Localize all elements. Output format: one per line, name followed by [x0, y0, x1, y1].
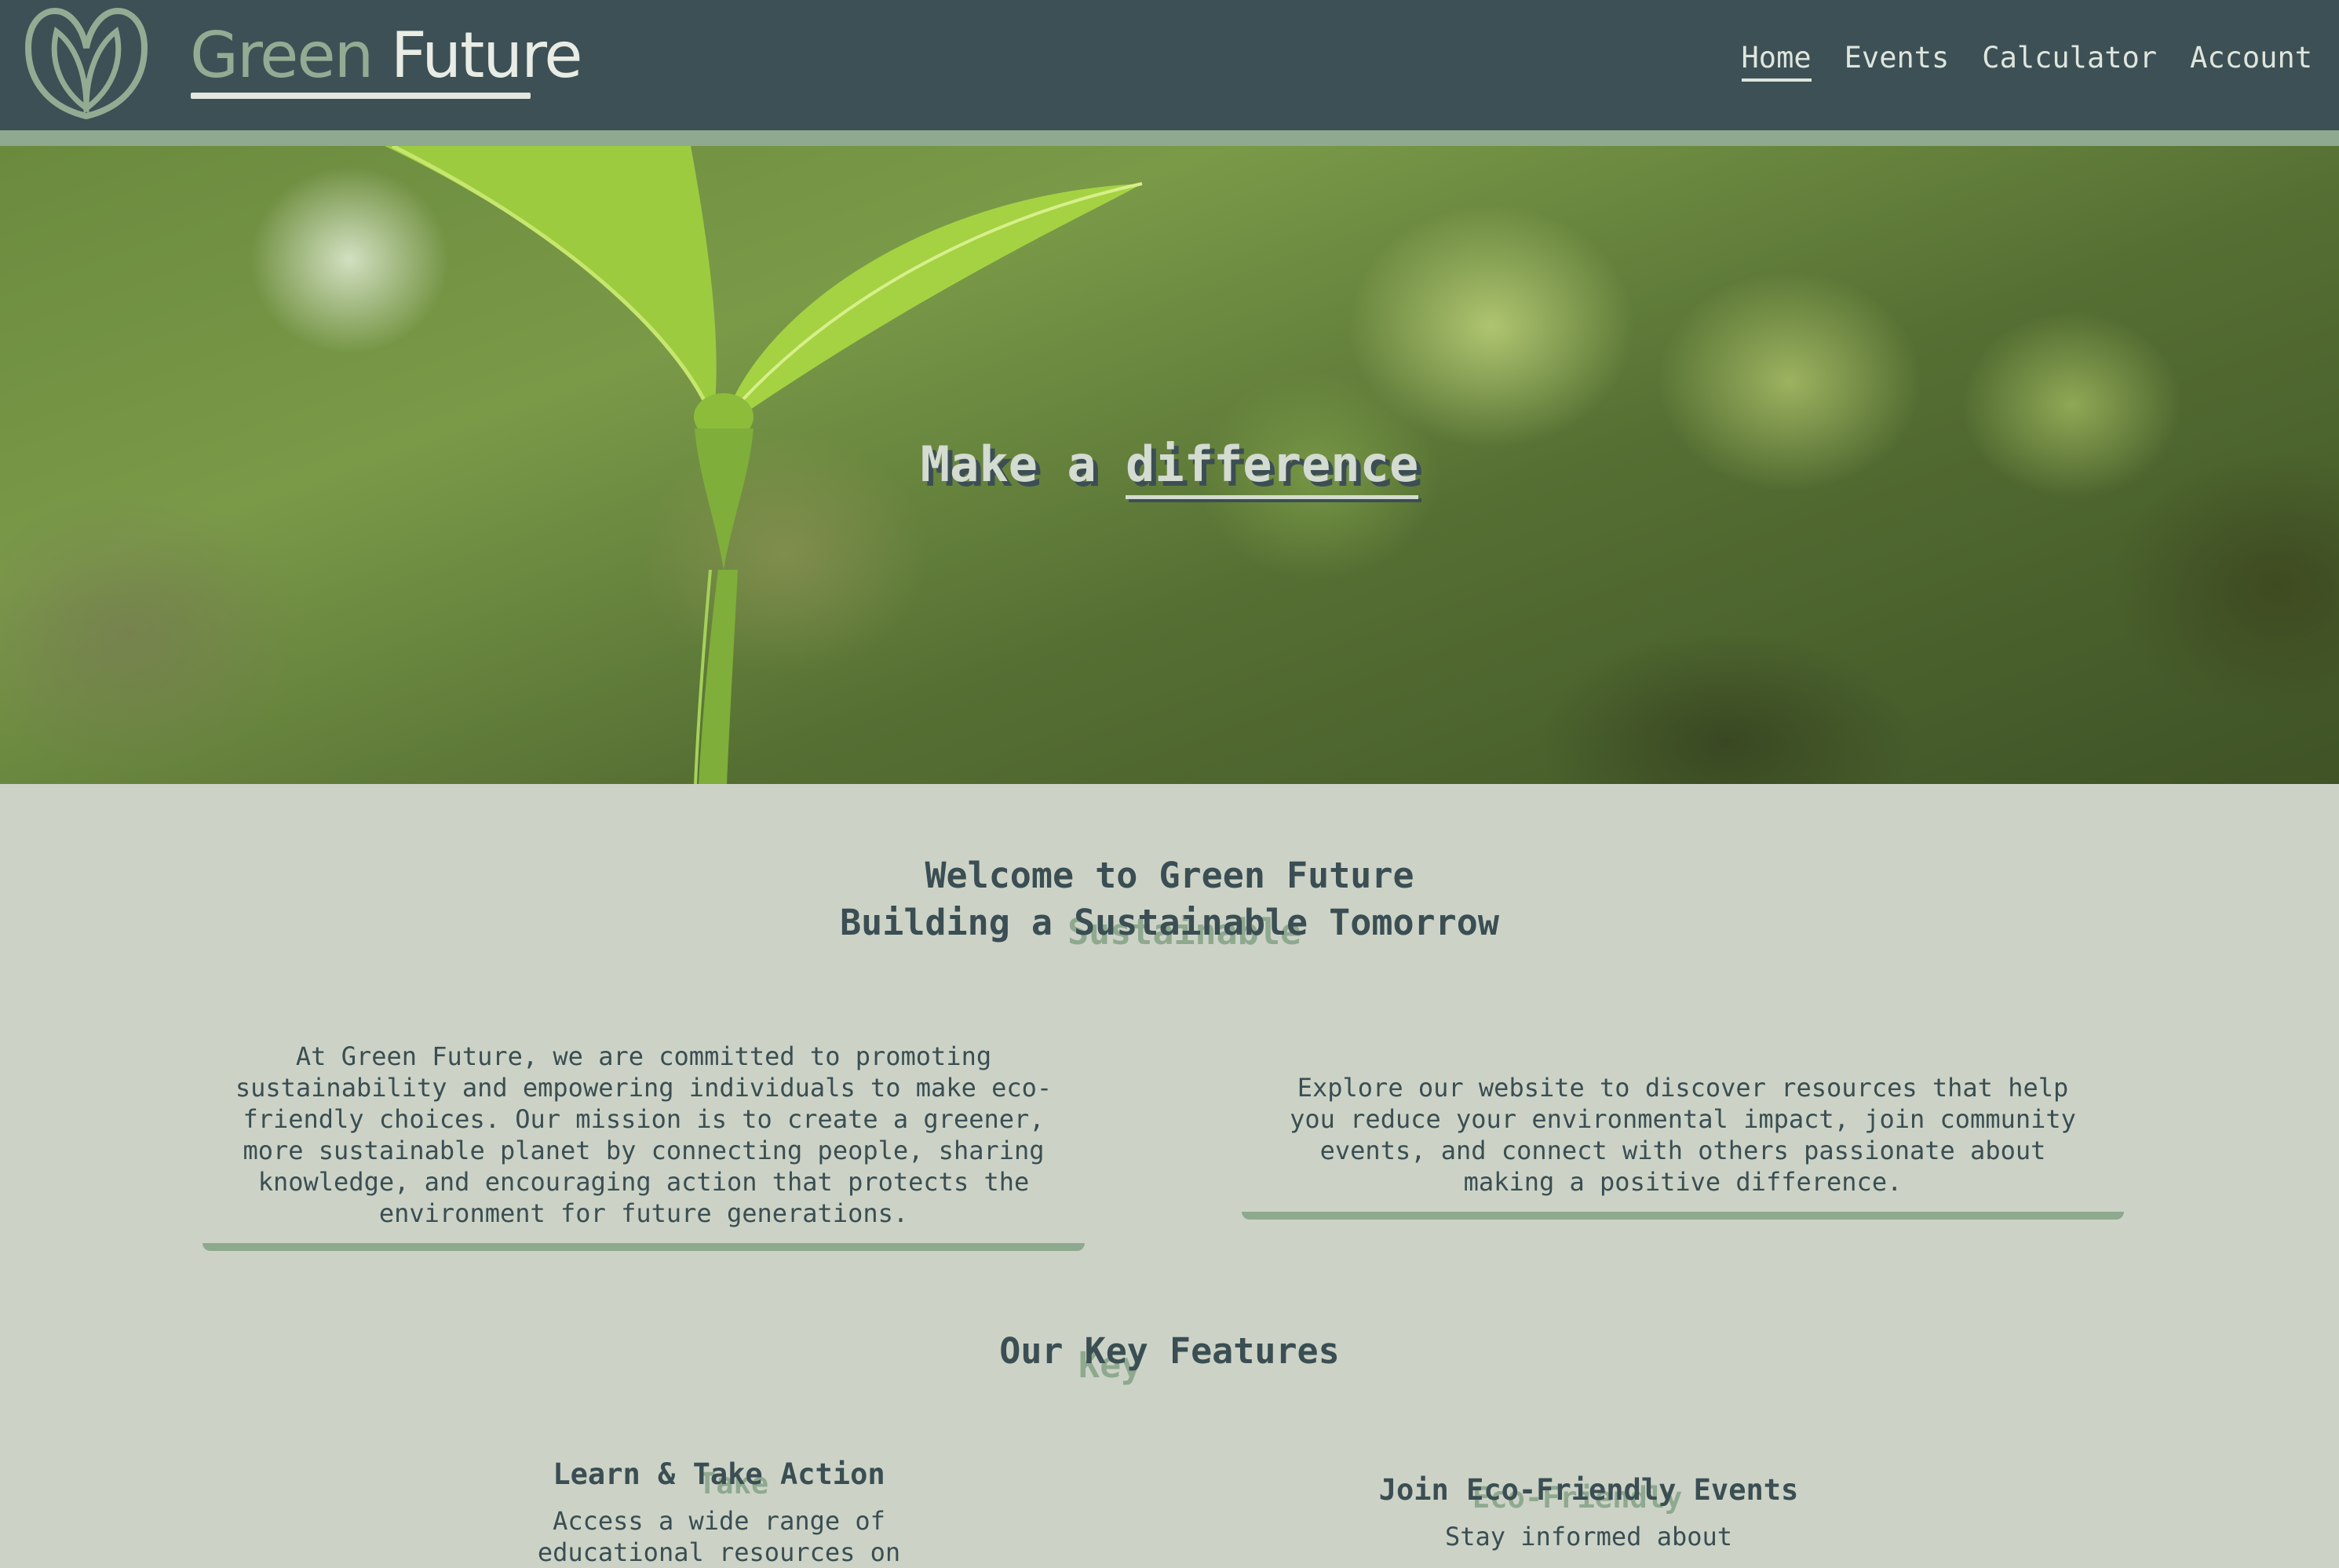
- feature-learn: Learn & Take Action Access a wide range …: [483, 1455, 954, 1568]
- mission-card-underline: [203, 1243, 1085, 1251]
- welcome-heading: Welcome to Green Future Building a Susta…: [0, 852, 2339, 946]
- nav-events-link[interactable]: Events: [1845, 35, 1950, 82]
- leaf-heart-logo-icon[interactable]: [24, 5, 149, 119]
- hero-title-part-1: Make a: [920, 436, 1126, 493]
- header-accent-strip: [0, 130, 2339, 146]
- features-heading: Our Key Features: [999, 1330, 1340, 1372]
- feature-learn-text: Access a wide range of educational resou…: [537, 1506, 901, 1567]
- nav-account-link[interactable]: Account: [2190, 35, 2312, 82]
- feature-events: Join Eco-Friendly Events Stay informed a…: [1311, 1471, 1866, 1552]
- brand-name[interactable]: Green Future: [190, 11, 583, 100]
- explore-card: Explore our website to discover resource…: [1290, 1073, 2076, 1197]
- hero-banner: Make a difference: [0, 146, 2339, 784]
- nav-home-link[interactable]: Home: [1741, 35, 1812, 82]
- hero-title-highlight: difference: [1126, 433, 1419, 499]
- welcome-line-1: Welcome to Green Future: [925, 855, 1414, 896]
- main-nav: Home Events Calculator Account: [1741, 35, 2312, 82]
- brand-underline: [191, 93, 531, 99]
- explore-card-underline: [1242, 1212, 2124, 1220]
- nav-calculator-link[interactable]: Calculator: [1982, 35, 2157, 82]
- feature-events-text: Stay informed about: [1444, 1522, 1733, 1552]
- feature-events-title: Join Eco-Friendly Events: [1378, 1473, 1799, 1507]
- site-header: Green Future Home Events Calculator Acco…: [0, 0, 2339, 130]
- hero-title: Make a difference: [0, 433, 2339, 499]
- feature-learn-title: Learn & Take Action: [553, 1457, 885, 1491]
- brand-word-future: Future: [390, 19, 583, 92]
- welcome-line-2: Building a Sustainable Tomorrow: [840, 902, 1499, 943]
- mission-card: At Green Future, we are committed to pro…: [235, 1041, 1053, 1228]
- brand-word-green: Green: [190, 19, 374, 92]
